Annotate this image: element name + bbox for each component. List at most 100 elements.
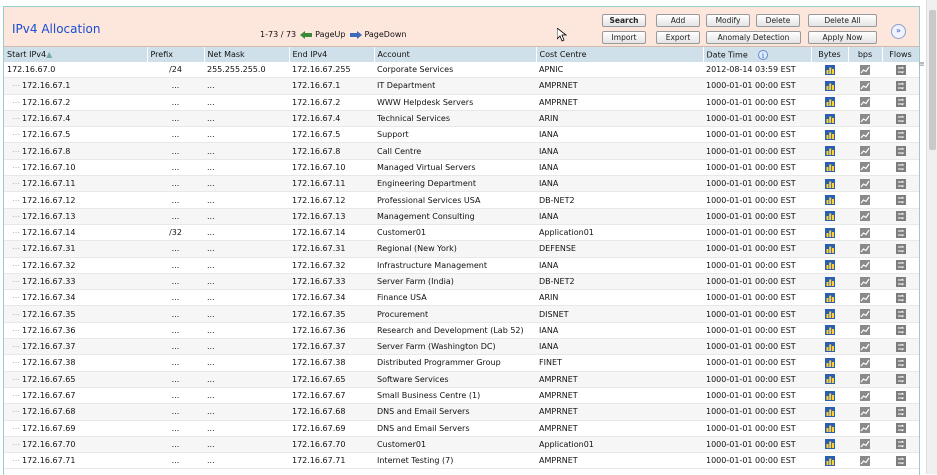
flows-cell[interactable] xyxy=(882,240,919,258)
bytes-cell[interactable] xyxy=(811,273,848,291)
flows-icon[interactable] xyxy=(895,243,906,254)
bytes-cell[interactable] xyxy=(811,436,848,454)
graph-icon[interactable] xyxy=(860,292,870,303)
flows-icon[interactable] xyxy=(895,97,906,108)
flows-cell[interactable] xyxy=(882,208,919,225)
graph-icon[interactable] xyxy=(860,406,870,417)
bar-chart-icon[interactable] xyxy=(824,195,835,206)
graph-icon[interactable] xyxy=(860,276,870,287)
bar-chart-icon[interactable] xyxy=(824,146,835,157)
bytes-cell[interactable] xyxy=(811,191,848,209)
graph-icon[interactable] xyxy=(860,178,870,189)
graph-icon[interactable] xyxy=(860,113,870,124)
bps-cell[interactable] xyxy=(848,191,882,209)
bytes-cell[interactable] xyxy=(811,62,848,79)
bytes-cell[interactable] xyxy=(811,142,848,160)
table-row[interactable]: ⋯ 172.16.67.11...... 172.16.67.11 Engineeri… xyxy=(4,175,919,193)
page-up-link[interactable]: PageUp xyxy=(300,30,345,39)
graph-icon[interactable] xyxy=(860,64,870,75)
table-row[interactable]: ⋯ 172.16.67.32...... 172.16.67.32 Infrastru… xyxy=(4,257,919,274)
graph-icon[interactable] xyxy=(860,227,870,238)
scrollbar-thumb[interactable] xyxy=(929,10,936,150)
bytes-cell[interactable] xyxy=(811,420,848,437)
flows-icon[interactable] xyxy=(895,64,906,75)
flows-icon[interactable] xyxy=(895,211,906,222)
import-button[interactable]: Import xyxy=(602,31,646,44)
flows-cell[interactable] xyxy=(882,191,919,209)
bps-cell[interactable] xyxy=(848,305,882,323)
flows-icon[interactable] xyxy=(895,227,906,238)
bps-cell[interactable] xyxy=(848,94,882,111)
bytes-cell[interactable] xyxy=(811,338,848,356)
export-button[interactable]: Export xyxy=(656,31,700,44)
flows-cell[interactable] xyxy=(882,77,919,95)
flows-icon[interactable] xyxy=(895,357,906,368)
table-row[interactable]: ⋯ 172.16.67.13...... 172.16.67.13 Managemen… xyxy=(4,208,919,225)
table-row[interactable]: ⋯ 172.16.67.36...... 172.16.67.36 Research … xyxy=(4,322,919,340)
bytes-cell[interactable] xyxy=(811,403,848,421)
bps-cell[interactable] xyxy=(848,257,882,274)
table-row[interactable]: ⋯ 172.16.67.69...... 172.16.67.69 DNS and E… xyxy=(4,420,919,437)
flows-cell[interactable] xyxy=(882,94,919,111)
column-account[interactable]: Account xyxy=(374,47,537,62)
table-row[interactable]: ⋯ 172.16.67.31...... 172.16.67.31 Regional … xyxy=(4,240,919,258)
bar-chart-icon[interactable] xyxy=(824,374,835,385)
bps-cell[interactable] xyxy=(848,110,882,128)
flows-cell[interactable] xyxy=(882,62,919,79)
flows-cell[interactable] xyxy=(882,305,919,323)
flows-cell[interactable] xyxy=(882,159,919,177)
flows-cell[interactable] xyxy=(882,257,919,274)
bytes-cell[interactable] xyxy=(811,126,848,144)
flows-cell[interactable] xyxy=(882,354,919,372)
flows-cell[interactable] xyxy=(882,110,919,128)
bps-cell[interactable] xyxy=(848,62,882,79)
bar-chart-icon[interactable] xyxy=(824,129,835,140)
delete-button[interactable]: Delete xyxy=(756,14,800,27)
table-row[interactable]: ⋯ 172.16.67.12...... 172.16.67.12 Professio… xyxy=(4,191,919,209)
bps-cell[interactable] xyxy=(848,224,882,242)
bps-cell[interactable] xyxy=(848,452,882,470)
bps-cell[interactable] xyxy=(848,420,882,437)
graph-icon[interactable] xyxy=(860,309,870,320)
modify-button[interactable]: Modify xyxy=(706,14,750,27)
graph-icon[interactable] xyxy=(860,423,870,434)
bps-cell[interactable] xyxy=(848,208,882,225)
bar-chart-icon[interactable] xyxy=(824,162,835,173)
bar-chart-icon[interactable] xyxy=(824,439,835,450)
column-prefix[interactable]: Prefix xyxy=(147,47,205,62)
graph-icon[interactable] xyxy=(860,162,870,173)
flows-icon[interactable] xyxy=(895,341,906,352)
flows-icon[interactable] xyxy=(895,260,906,271)
search-button[interactable]: Search xyxy=(602,14,646,27)
bar-chart-icon[interactable] xyxy=(824,423,835,434)
bps-cell[interactable] xyxy=(848,354,882,372)
bps-cell[interactable] xyxy=(848,240,882,258)
column-end-ipv4[interactable]: End IPv4 xyxy=(289,47,375,62)
bps-cell[interactable] xyxy=(848,403,882,421)
flows-icon[interactable] xyxy=(895,423,906,434)
table-row[interactable]: ⋯ 172.16.67.67...... 172.16.67.67 Small Bus… xyxy=(4,387,919,405)
column-bps[interactable]: bps xyxy=(848,47,883,62)
table-row[interactable]: ⋯ 172.16.67.10...... 172.16.67.10 Managed V… xyxy=(4,159,919,177)
bps-cell[interactable] xyxy=(848,436,882,454)
table-row[interactable]: ⋯ 172.16.67.65...... 172.16.67.65 Software … xyxy=(4,371,919,388)
table-row[interactable]: ⋯ 172.16.67.37...... 172.16.67.37 Server Fa… xyxy=(4,338,919,356)
bps-cell[interactable] xyxy=(848,338,882,356)
bps-cell[interactable] xyxy=(848,273,882,291)
page-down-link[interactable]: PageDown xyxy=(349,30,406,39)
vertical-scrollbar[interactable] xyxy=(926,0,937,474)
bps-cell[interactable] xyxy=(848,289,882,307)
bytes-cell[interactable] xyxy=(811,257,848,274)
table-row[interactable]: ⋯ 172.16.67.33...... 172.16.67.33 Server Fa… xyxy=(4,273,919,291)
bar-chart-icon[interactable] xyxy=(824,325,835,336)
flows-icon[interactable] xyxy=(895,406,906,417)
graph-icon[interactable] xyxy=(860,80,870,91)
bytes-cell[interactable] xyxy=(811,175,848,193)
bar-chart-icon[interactable] xyxy=(824,211,835,222)
bps-cell[interactable] xyxy=(848,142,882,160)
bps-cell[interactable] xyxy=(848,322,882,340)
graph-icon[interactable] xyxy=(860,390,870,401)
flows-icon[interactable] xyxy=(895,390,906,401)
column-flows[interactable]: Flows xyxy=(882,47,919,62)
table-row[interactable]: ⋯ 172.16.67.68...... 172.16.67.68 DNS and E… xyxy=(4,403,919,421)
